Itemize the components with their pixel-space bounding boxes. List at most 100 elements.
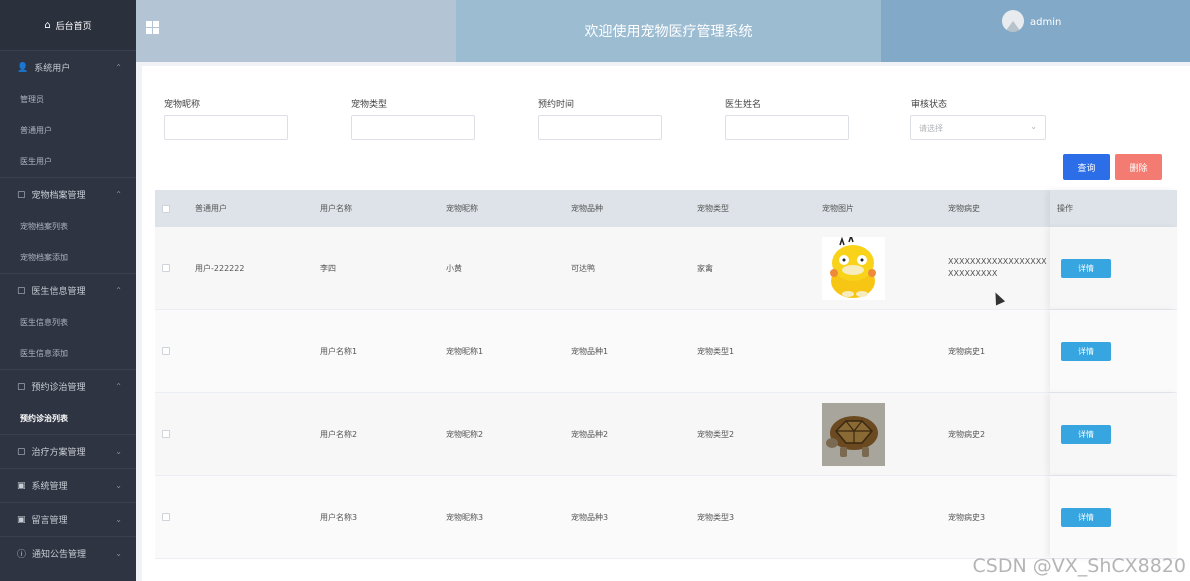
- cell-name: 用户名称3: [320, 512, 358, 522]
- row-checkbox[interactable]: [162, 430, 170, 438]
- username[interactable]: admin: [1030, 17, 1061, 28]
- sidebar-item-pet-record-add[interactable]: 宠物档案添加: [0, 242, 136, 273]
- sidebar-home[interactable]: ⌂ 后台首页: [0, 0, 136, 50]
- doctor-name-input[interactable]: [725, 115, 849, 140]
- sidebar-group-system[interactable]: ▣ 系统管理 ⌄: [0, 468, 136, 502]
- chevron-down-icon: ⌄: [115, 481, 122, 490]
- table-header: 普通用户 用户名称 宠物昵称 宠物品种 宠物类型 宠物图片 宠物病史 操作: [155, 190, 1177, 227]
- row-checkbox[interactable]: [162, 347, 170, 355]
- cell-name: 用户名称2: [320, 429, 358, 439]
- header-right: admin: [881, 0, 1190, 62]
- sidebar-group-label: 预约诊治管理: [31, 383, 86, 393]
- table-row: 用户名称1 宠物昵称1 宠物品种1 宠物类型1 宠物病史1 详情: [155, 310, 1177, 393]
- filter-label-pet-nickname: 宠物昵称: [164, 100, 201, 110]
- pet-image-tortoise: [822, 402, 885, 466]
- col-normal-user: 普通用户: [195, 204, 227, 213]
- query-button[interactable]: 查询: [1063, 154, 1110, 180]
- filter-bar: 宠物昵称 宠物类型 预约时间 医生姓名 审核状态 请选择 ⌄ 查询 删除: [142, 66, 1190, 186]
- cell-history: XXXXXXXXXXXXXXXXXXXXXXXXXXX: [948, 257, 1047, 278]
- document-icon: ▢: [17, 285, 26, 296]
- sidebar-item-doctor-add[interactable]: 医生信息添加: [0, 338, 136, 369]
- header-left: [136, 0, 456, 62]
- col-pet-nickname: 宠物昵称: [446, 204, 478, 213]
- sidebar-group-users[interactable]: 👤 系统用户 ⌃: [0, 50, 136, 84]
- document-icon: ▢: [17, 446, 26, 457]
- delete-button[interactable]: 删除: [1115, 154, 1162, 180]
- cell-history: 宠物病史1: [948, 346, 986, 356]
- image-icon: ▣: [17, 480, 26, 491]
- sidebar-item-admin[interactable]: 管理员: [0, 84, 136, 115]
- col-pet-breed: 宠物品种: [571, 204, 603, 213]
- sidebar-item-appointment-list[interactable]: 预约诊治列表: [0, 403, 136, 434]
- user-icon: 👤: [17, 62, 29, 73]
- pet-image-empty: [822, 486, 885, 549]
- menu-grid-icon[interactable]: [146, 21, 159, 34]
- cell-type: 宠物类型2: [697, 429, 735, 439]
- cell-user: 用户-222222: [195, 263, 245, 273]
- sidebar-group-treatment-plans[interactable]: ▢ 治疗方案管理 ⌄: [0, 434, 136, 468]
- chevron-up-icon: ⌃: [115, 190, 122, 199]
- sidebar-item-doctor-list[interactable]: 医生信息列表: [0, 307, 136, 338]
- sidebar: ⌂ 后台首页 👤 系统用户 ⌃ 管理员 普通用户 医生用户 ▢ 宠物档案管理 ⌃…: [0, 0, 136, 581]
- review-status-placeholder: 请选择: [919, 124, 943, 133]
- appointment-time-input[interactable]: [538, 115, 662, 140]
- row-checkbox[interactable]: [162, 513, 170, 521]
- sidebar-group-doctor-info[interactable]: ▢ 医生信息管理 ⌃: [0, 273, 136, 307]
- chevron-down-icon: ⌄: [115, 549, 122, 558]
- cell-nickname: 宠物昵称1: [446, 346, 484, 356]
- cell-breed: 宠物品种1: [571, 346, 609, 356]
- sidebar-group-appointments[interactable]: ▢ 预约诊治管理 ⌃: [0, 369, 136, 403]
- table-row: 用户名称2 宠物昵称2 宠物品种2 宠物类型2 宠物病史2 详情: [155, 393, 1177, 476]
- sidebar-group-label: 留言管理: [31, 516, 68, 526]
- cell-type: 宠物类型1: [697, 346, 735, 356]
- image-icon: ▣: [17, 514, 26, 525]
- sidebar-group-label: 医生信息管理: [31, 287, 86, 297]
- cell-type: 宠物类型3: [697, 512, 735, 522]
- row-checkbox[interactable]: [162, 264, 170, 272]
- sidebar-item-doctor-user[interactable]: 医生用户: [0, 146, 136, 177]
- col-pet-type: 宠物类型: [697, 204, 729, 213]
- sidebar-item-normal-user[interactable]: 普通用户: [0, 115, 136, 146]
- document-icon: ▢: [17, 381, 26, 392]
- chevron-down-icon: ⌄: [115, 515, 122, 524]
- chevron-up-icon: ⌃: [115, 286, 122, 295]
- chevron-down-icon: ⌄: [1030, 122, 1037, 131]
- cell-history: 宠物病史3: [948, 512, 986, 522]
- cell-breed: 可达鸭: [571, 263, 595, 273]
- cell-nickname: 宠物昵称3: [446, 512, 484, 522]
- avatar[interactable]: [1002, 10, 1024, 32]
- chevron-down-icon: ⌄: [115, 447, 122, 456]
- pet-nickname-input[interactable]: [164, 115, 288, 140]
- cell-breed: 宠物品种2: [571, 429, 609, 439]
- cell-nickname: 小黄: [446, 263, 462, 273]
- col-pet-image: 宠物图片: [822, 204, 854, 213]
- cell-type: 家禽: [697, 263, 713, 273]
- pet-type-input[interactable]: [351, 115, 475, 140]
- select-all-checkbox[interactable]: [162, 204, 170, 213]
- appointment-table: 普通用户 用户名称 宠物昵称 宠物品种 宠物类型 宠物图片 宠物病史 操作 用户…: [155, 190, 1177, 559]
- review-status-select[interactable]: 请选择 ⌄: [910, 115, 1046, 140]
- header-title: 欢迎使用宠物医疗管理系统: [456, 0, 881, 62]
- filter-label-doctor-name: 医生姓名: [725, 100, 762, 110]
- top-header: 欢迎使用宠物医疗管理系统 admin: [136, 0, 1190, 62]
- watermark: CSDN @VX_ShCX8820: [972, 555, 1186, 577]
- sidebar-group-messages[interactable]: ▣ 留言管理 ⌄: [0, 502, 136, 536]
- cell-breed: 宠物品种3: [571, 512, 609, 522]
- cell-history: 宠物病史2: [948, 429, 986, 439]
- pet-image-duck: [822, 236, 885, 300]
- main-panel: 宠物昵称 宠物类型 预约时间 医生姓名 审核状态 请选择 ⌄ 查询 删除 普通用…: [142, 66, 1190, 581]
- sidebar-item-pet-record-list[interactable]: 宠物档案列表: [0, 211, 136, 242]
- document-icon: ▢: [17, 189, 26, 200]
- sidebar-home-label: 后台首页: [55, 21, 92, 32]
- filter-label-pet-type: 宠物类型: [351, 100, 388, 110]
- chevron-up-icon: ⌃: [115, 382, 122, 391]
- chevron-up-icon: ⌃: [115, 63, 122, 72]
- sidebar-group-pet-records[interactable]: ▢ 宠物档案管理 ⌃: [0, 177, 136, 211]
- col-username: 用户名称: [320, 204, 352, 213]
- home-icon: ⌂: [44, 19, 51, 31]
- sidebar-group-label: 系统用户: [34, 64, 71, 74]
- sidebar-group-notices[interactable]: ⓘ 通知公告管理 ⌄: [0, 536, 136, 570]
- sidebar-group-label: 系统管理: [31, 482, 68, 492]
- pet-image-empty: [822, 320, 885, 383]
- info-icon: ⓘ: [17, 550, 27, 560]
